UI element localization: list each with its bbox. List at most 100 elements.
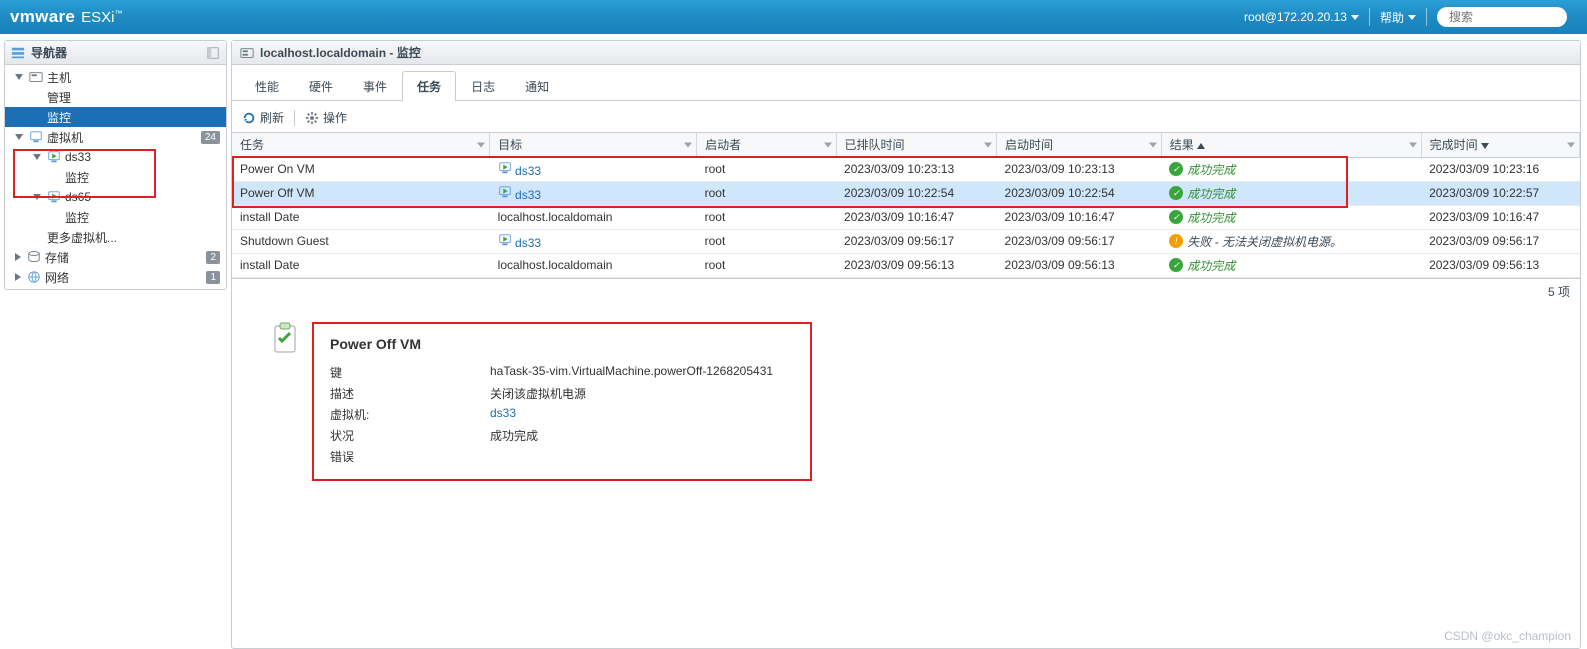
chevron-down-icon[interactable] — [824, 142, 832, 147]
tasks-grid: 任务 目标启动者已排队时间 启动时间 结果完成时间 Power On VM ds33r… — [232, 132, 1580, 304]
column-label: 已排队时间 — [845, 138, 905, 152]
twisty-icon[interactable] — [33, 194, 41, 200]
cell-result: ✓成功完成 — [1161, 181, 1421, 205]
table-row[interactable]: install Datelocalhost.localdomainroot202… — [232, 205, 1580, 229]
nav-item-morevm[interactable]: 更多虚拟机... — [5, 227, 226, 247]
tab-日志[interactable]: 日志 — [456, 71, 510, 101]
cell-task: install Date — [232, 205, 490, 229]
nav-item-label: 管理 — [47, 89, 71, 106]
nav-item-storage[interactable]: 存储2 — [5, 247, 226, 267]
nav-item-badge: 2 — [206, 251, 220, 264]
nav-item-monitor[interactable]: 监控 — [5, 107, 226, 127]
column-label: 启动时间 — [1005, 138, 1053, 152]
actions-label: 操作 — [323, 109, 347, 126]
cell-queued: 2023/03/09 09:56:13 — [836, 253, 997, 277]
column-header-started[interactable]: 启动时间 — [997, 133, 1162, 157]
chevron-down-icon[interactable] — [1409, 142, 1417, 147]
tab-事件[interactable]: 事件 — [348, 71, 402, 101]
target-link[interactable]: ds33 — [515, 164, 541, 178]
cell-result: !失败 - 无法关闭虚拟机电源。 — [1161, 229, 1421, 253]
column-header-queued[interactable]: 已排队时间 — [836, 133, 997, 157]
chevron-down-icon[interactable] — [477, 142, 485, 147]
table-row[interactable]: Power Off VM ds33root2023/03/09 10:22:54… — [232, 181, 1580, 205]
nav-item-label: 虚拟机 — [47, 129, 83, 146]
nav-item-vms[interactable]: 虚拟机 24 — [5, 127, 226, 147]
nav-item-network[interactable]: 网络1 — [5, 267, 226, 287]
cell-done: 2023/03/09 09:56:17 — [1421, 229, 1579, 253]
nav-item-host[interactable]: 主机 — [5, 67, 226, 87]
tab-硬件[interactable]: 硬件 — [294, 71, 348, 101]
cell-started: 2023/03/09 10:22:54 — [997, 181, 1162, 205]
status-ok-icon: ✓ — [1169, 162, 1183, 176]
column-header-target[interactable]: 目标 — [490, 133, 697, 157]
cell-started: 2023/03/09 09:56:17 — [997, 229, 1162, 253]
column-header-init[interactable]: 启动者 — [697, 133, 836, 157]
brand: vmware ESXi™ — [10, 7, 122, 27]
details-row: 状况成功完成 — [330, 425, 773, 446]
twisty-icon[interactable] — [33, 154, 41, 160]
twisty-icon[interactable] — [15, 273, 21, 281]
gear-icon — [305, 111, 319, 125]
cell-target: ds33 — [490, 229, 697, 253]
twisty-icon[interactable] — [15, 134, 23, 140]
status-ok-icon: ✓ — [1169, 186, 1183, 200]
clipboard-icon — [272, 322, 298, 481]
nav-item-manage[interactable]: 管理 — [5, 87, 226, 107]
nav-item-badge: 24 — [201, 131, 220, 144]
column-header-done[interactable]: 完成时间 — [1421, 133, 1579, 157]
cell-result: ✓成功完成 — [1161, 157, 1421, 181]
watermark: CSDN @okc_champion — [1444, 629, 1571, 643]
navigator-tree: 主机管理监控虚拟机24ds33监控ds65监控更多虚拟机...存储2网络1 — [5, 65, 226, 289]
ds-icon — [27, 250, 41, 264]
cell-queued: 2023/03/09 10:22:54 — [836, 181, 997, 205]
nav-item-label: 监控 — [65, 169, 89, 186]
table-row[interactable]: Power On VM ds33root2023/03/09 10:23:132… — [232, 157, 1580, 181]
nav-item-ds65[interactable]: ds65 — [5, 187, 226, 207]
search-input[interactable] — [1449, 10, 1539, 24]
twisty-icon[interactable] — [15, 253, 21, 261]
details-link[interactable]: ds33 — [490, 406, 516, 420]
chevron-down-icon[interactable] — [684, 142, 692, 147]
vm-icon — [498, 233, 512, 247]
target-link[interactable]: ds33 — [515, 188, 541, 202]
cell-task: Shutdown Guest — [232, 229, 490, 253]
cell-result: ✓成功完成 — [1161, 205, 1421, 229]
chevron-down-icon[interactable] — [1567, 142, 1575, 147]
chevron-down-icon[interactable] — [984, 142, 992, 147]
nav-item-label: ds65 — [65, 190, 91, 204]
navigator-collapse-icon[interactable] — [206, 46, 220, 60]
column-header-result[interactable]: 结果 — [1161, 133, 1421, 157]
details-value: 成功完成 — [490, 429, 538, 443]
chevron-down-icon[interactable] — [1149, 142, 1157, 147]
search-box[interactable] — [1437, 7, 1567, 27]
navigator-title: 导航器 — [31, 44, 67, 61]
tab-通知[interactable]: 通知 — [510, 71, 564, 101]
details-key: 状况 — [330, 425, 490, 446]
column-label: 任务 — [240, 138, 264, 152]
cell-started: 2023/03/09 09:56:13 — [997, 253, 1162, 277]
nav-item-ds65m[interactable]: 监控 — [5, 207, 226, 227]
actions-button[interactable]: 操作 — [305, 109, 347, 126]
page-title: localhost.localdomain - 监控 — [260, 44, 421, 61]
target-link[interactable]: ds33 — [515, 236, 541, 250]
refresh-button[interactable]: 刷新 — [242, 109, 284, 126]
nav-item-label: 网络 — [45, 269, 69, 286]
twisty-icon[interactable] — [15, 74, 23, 80]
main-content: localhost.localdomain - 监控 性能硬件事件任务日志通知 … — [231, 34, 1587, 649]
cell-initiator: root — [697, 181, 836, 205]
nav-item-ds33m[interactable]: 监控 — [5, 167, 226, 187]
cell-started: 2023/03/09 10:16:47 — [997, 205, 1162, 229]
tab-性能[interactable]: 性能 — [240, 71, 294, 101]
nav-item-ds33[interactable]: ds33 — [5, 147, 226, 167]
help-menu[interactable]: 帮助 — [1370, 9, 1426, 26]
tab-row: 性能硬件事件任务日志通知 — [232, 65, 1580, 101]
tab-任务[interactable]: 任务 — [402, 71, 456, 101]
user-menu[interactable]: root@172.20.20.13 — [1234, 10, 1369, 24]
column-header-task[interactable]: 任务 — [232, 133, 490, 157]
table-row[interactable]: Shutdown Guest ds33root2023/03/09 09:56:… — [232, 229, 1580, 253]
cell-initiator: root — [697, 205, 836, 229]
details-key: 虚拟机: — [330, 404, 490, 425]
status-ok-icon: ✓ — [1169, 210, 1183, 224]
table-row[interactable]: install Datelocalhost.localdomainroot202… — [232, 253, 1580, 277]
user-label: root@172.20.20.13 — [1244, 10, 1347, 24]
